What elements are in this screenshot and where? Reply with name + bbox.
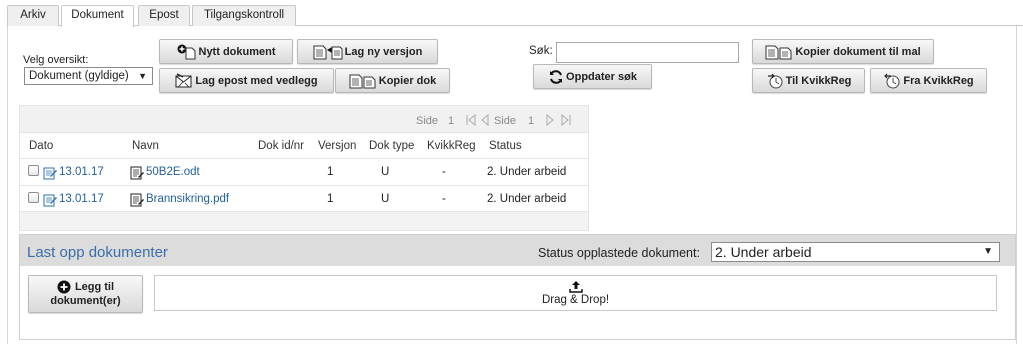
refresh-icon [548,69,564,85]
email-attachment-button[interactable]: Lag epost med vedlegg [159,68,334,93]
row-status: 2. Under arbeid [487,166,567,178]
new-document-icon [177,44,197,60]
chevron-down-icon: ▼ [983,246,993,257]
row-date[interactable]: 13.01.17 [59,193,104,205]
row-kvikkreg: - [442,166,446,178]
row-name[interactable]: Brannsikring.pdf [146,193,229,205]
first-page-icon[interactable] [465,114,477,126]
new-version-button[interactable]: Lag ny versjon [297,39,438,64]
to-kvikkreg-label: Til KvikkReg [785,74,852,87]
row-doc-type: U [381,166,390,178]
pager-page-label-2: Side [494,115,517,127]
overview-label: Velg oversikt: [23,54,89,66]
new-document-button[interactable]: Nytt dokument [159,39,293,64]
drop-zone-text: Drag & Drop! [541,294,610,306]
next-page-icon[interactable] [546,114,554,126]
row-separator [20,185,588,186]
row-kvikkreg: - [442,193,446,205]
copy-doc-button[interactable]: Kopier dok [335,68,450,93]
search-label: Søk: [529,45,553,57]
overview-select[interactable]: Dokument (gyldige) ▼ [24,67,153,85]
row-checkbox[interactable] [28,165,39,176]
copy-doc-icon [349,73,377,89]
last-page-icon[interactable] [560,114,572,126]
column-header-status[interactable]: Status [489,140,522,152]
tab-tilgangskontroll[interactable]: Tilgangskontroll [192,5,296,26]
from-kvikkreg-label: Fra KvikkReg [903,74,974,87]
row-checkbox[interactable] [28,192,39,203]
column-header-dok-id[interactable]: Dok id/nr [258,140,304,152]
refresh-search-button[interactable]: Oppdater søk [533,64,652,89]
upload-icon [568,281,583,293]
tab-bar: Arkiv Dokument Epost Tilgangskontroll [0,0,1023,27]
upload-status-select[interactable]: 2. Under arbeid ▼ [711,242,1000,262]
upload-section: Last opp dokumenter Status opplastede do… [19,234,1016,340]
overview-selected-value: Dokument (gyldige) [29,70,129,82]
new-version-icon [313,44,343,60]
envelope-icon [175,72,193,89]
pager-page-number-2: 1 [528,115,535,127]
column-header-dok-type[interactable]: Dok type [369,140,414,152]
chevron-down-icon: ▼ [138,71,147,81]
new-version-label: Lag ny versjon [344,45,423,58]
from-kvikkreg-icon [883,73,901,89]
row-date[interactable]: 13.01.17 [59,166,104,178]
pager: Side 1 Side 1 [20,106,588,133]
from-kvikkreg-button[interactable]: Fra KvikkReg [870,68,987,93]
search-input[interactable] [556,42,739,63]
column-header-dato[interactable]: Dato [29,140,53,152]
to-kvikkreg-icon [766,73,784,89]
copy-template-icon [765,44,793,60]
row-name[interactable]: 50B2E.odt [146,166,200,178]
add-documents-label-line2: dokument(er) [50,295,121,307]
refresh-search-label: Oppdater søk [566,70,637,83]
copy-to-template-button[interactable]: Kopier dokument til mal [752,39,934,64]
drop-zone[interactable]: Drag & Drop! [154,275,997,311]
upload-status-label: Status opplastede dokument: [538,246,700,260]
edit-document-icon[interactable] [43,193,57,207]
new-document-label: Nytt dokument [198,45,276,58]
copy-to-template-label: Kopier dokument til mal [795,45,921,58]
add-circle-icon [57,280,71,294]
row-version: 1 [327,193,334,205]
column-header-versjon[interactable]: Versjon [318,140,356,152]
copy-doc-label: Kopier dok [378,74,437,87]
add-documents-button[interactable]: Legg til dokument(er) [28,275,143,313]
to-kvikkreg-button[interactable]: Til KvikkReg [752,68,865,93]
row-status: 2. Under arbeid [487,193,567,205]
edit-document-icon[interactable] [43,166,57,180]
row-doc-type: U [381,193,390,205]
row-separator [20,158,588,159]
tab-epost[interactable]: Epost [138,5,190,26]
tab-arkiv[interactable]: Arkiv [7,5,59,26]
tab-dokument[interactable]: Dokument [61,5,134,27]
column-header-navn[interactable]: Navn [132,140,159,152]
table-footer [20,212,588,230]
file-icon [130,193,144,207]
file-icon [130,166,144,180]
previous-page-icon[interactable] [481,114,489,126]
upload-header: Last opp dokumenter Status opplastede do… [20,235,1015,266]
email-attachment-label: Lag epost med vedlegg [195,74,318,87]
pager-page-number: 1 [448,115,455,127]
column-header-kvikkreg[interactable]: KvikkReg [427,140,476,152]
pager-page-label: Side [416,115,439,127]
row-version: 1 [327,166,334,178]
upload-title: Last opp dokumenter [27,244,168,261]
add-documents-label-line1: Legg til [74,281,115,293]
upload-status-selected: 2. Under arbeid [715,244,812,260]
